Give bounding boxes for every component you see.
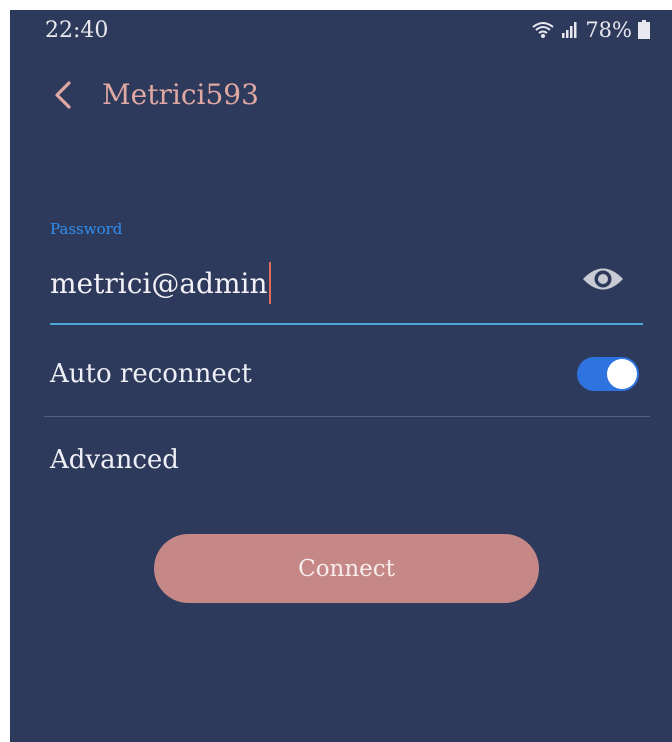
connect-button[interactable]: Connect bbox=[154, 534, 539, 603]
auto-reconnect-toggle[interactable] bbox=[577, 357, 639, 391]
back-button[interactable] bbox=[50, 80, 76, 114]
password-field[interactable]: metrici@admin bbox=[50, 262, 271, 304]
show-password-button[interactable] bbox=[580, 265, 626, 297]
status-icons: 78% bbox=[531, 18, 650, 42]
signal-icon bbox=[561, 21, 579, 39]
wifi-connect-screen: 22:40 78% Metrici593 Password metrici@ad… bbox=[10, 10, 672, 742]
wifi-icon bbox=[531, 20, 555, 40]
password-value: metrici@admin bbox=[50, 266, 268, 300]
advanced-option[interactable]: Advanced bbox=[50, 445, 179, 475]
auto-reconnect-label: Auto reconnect bbox=[50, 359, 252, 389]
toggle-knob bbox=[607, 359, 637, 389]
password-underline bbox=[50, 323, 643, 325]
status-time: 22:40 bbox=[45, 18, 109, 43]
text-cursor bbox=[268, 262, 271, 304]
page-title: Metrici593 bbox=[102, 78, 259, 111]
battery-percent: 78% bbox=[585, 18, 632, 42]
divider bbox=[44, 416, 650, 417]
chevron-left-icon bbox=[53, 80, 73, 114]
password-label: Password bbox=[50, 220, 123, 238]
battery-icon bbox=[638, 20, 650, 40]
eye-icon bbox=[581, 264, 625, 298]
